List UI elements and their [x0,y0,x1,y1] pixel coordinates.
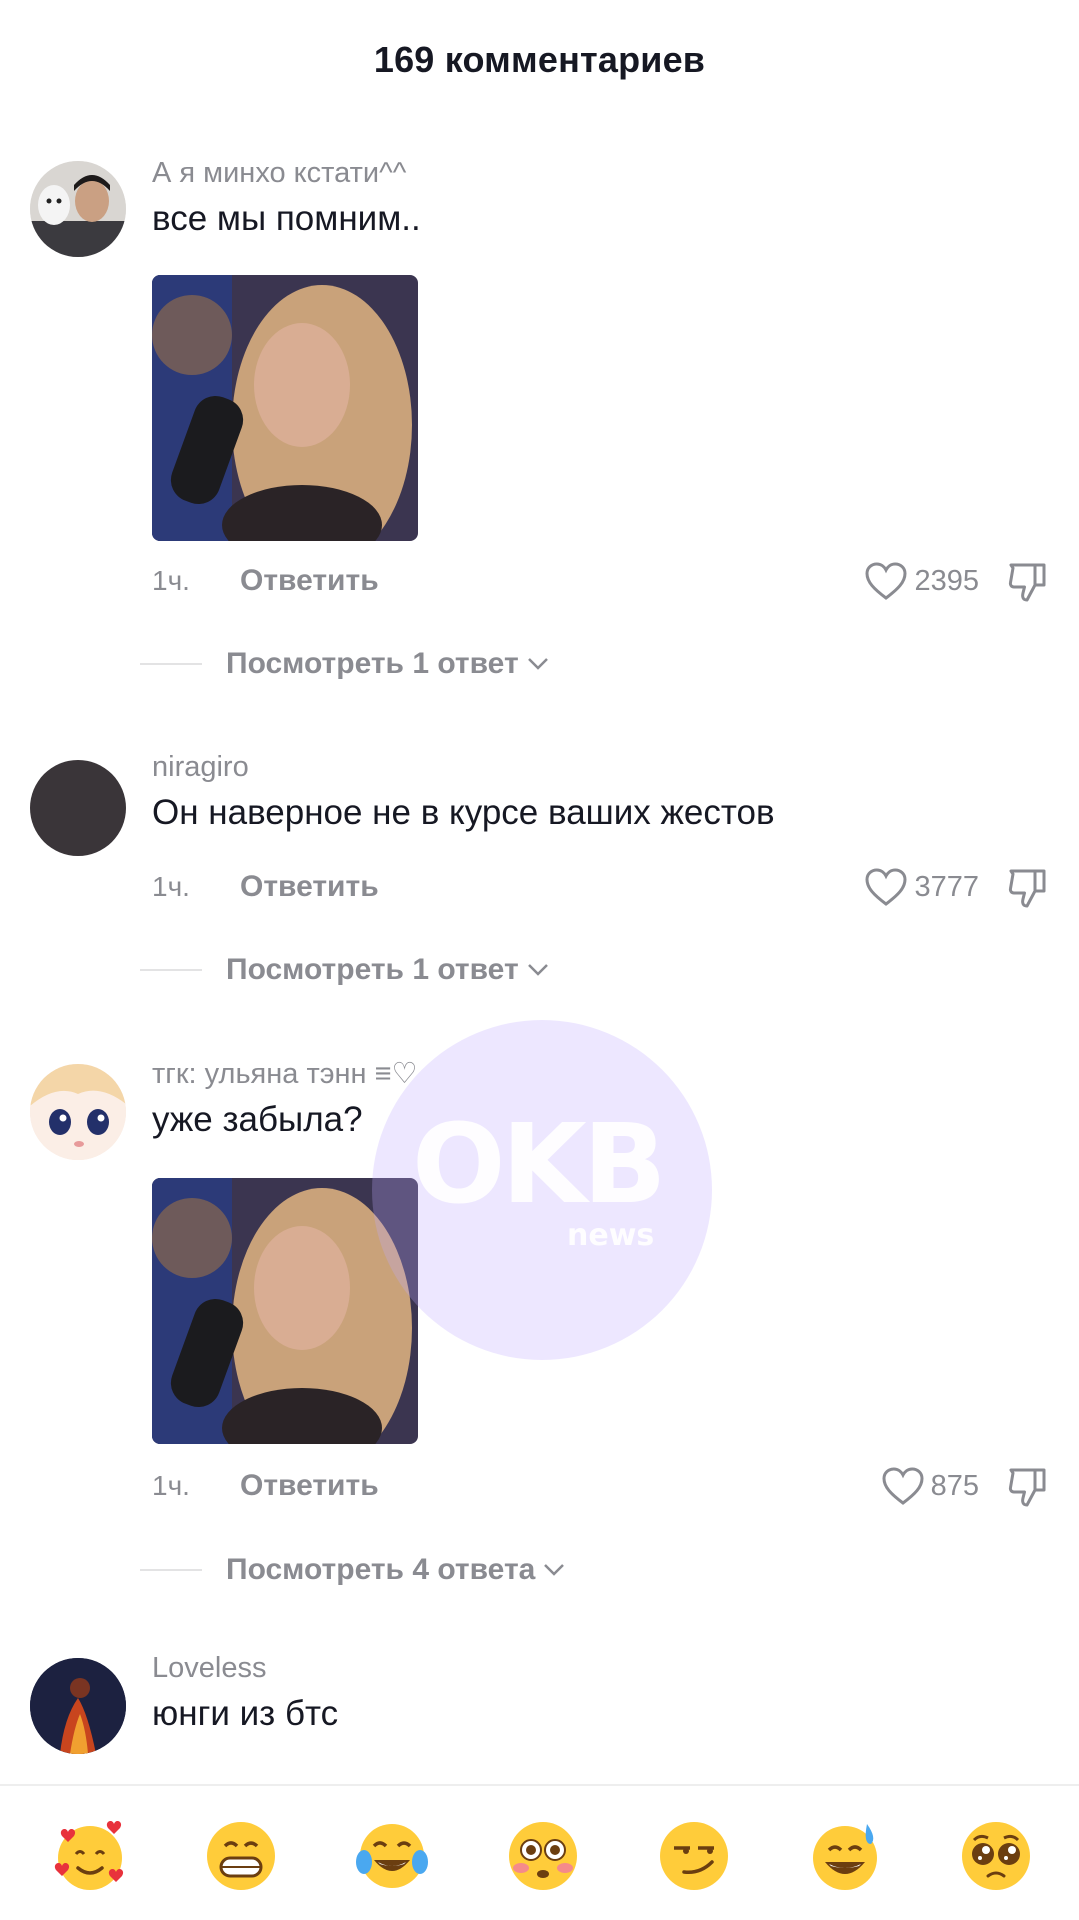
comment-meta: 1ч. Ответить 875 [152,1462,1049,1510]
smiling-face-with-hearts-icon[interactable] [50,1816,130,1896]
smirking-face-icon[interactable] [654,1816,734,1896]
like-count: 875 [930,1469,979,1502]
flushed-face-icon[interactable] [503,1816,583,1896]
comments-count-title: 169 комментариев [373,39,706,80]
thumbs-down-icon [1008,869,1046,908]
view-replies-button[interactable]: Посмотреть 4 ответа [140,1550,565,1590]
face-with-tears-of-joy-icon[interactable] [352,1816,432,1896]
comment-text: юнги из бтс [152,1694,339,1733]
comment-image[interactable] [152,1178,418,1444]
comment-username[interactable]: Loveless [152,1650,1049,1686]
avatar[interactable] [30,1658,126,1754]
heart-icon [865,562,907,600]
pleading-face-icon[interactable] [956,1816,1036,1896]
comments-header: 169 комментариев [0,30,1079,90]
chevron-down-icon [527,964,548,976]
emoji-quick-bar [0,1784,1079,1920]
comment-item: А я минхо кстати^^ все мы помним.. 1ч. О… [0,138,1079,680]
comment-body: Loveless юнги из бтс [152,1650,1049,1736]
divider [140,663,202,665]
divider [140,1569,202,1571]
comments-list[interactable]: А я минхо кстати^^ все мы помним.. 1ч. О… [0,138,1079,1778]
heart-icon [865,868,907,906]
view-replies-button[interactable]: Посмотреть 1 ответ [140,644,549,684]
comment-meta: 1ч. Ответить 2395 [152,557,1049,605]
like-button[interactable]: 875 [881,1466,979,1506]
comment-body: А я минхо кстати^^ все мы помним.. [152,155,1049,541]
thumbs-down-icon [1008,1468,1046,1507]
grinning-face-with-sweat-icon[interactable] [805,1816,885,1896]
comment-item: Loveless юнги из бтс [0,1634,1079,1778]
comment-item: тгк: ульяна тэнн ≡♡ уже забыла? 1ч. Отве… [0,1040,1079,1600]
comments-sheet: 169 комментариев А я минхо кстати^^ все … [0,0,1079,1920]
comment-username[interactable]: тгк: ульяна тэнн ≡♡ [152,1056,1049,1092]
avatar[interactable] [30,161,126,257]
comment-time: 1ч. [152,565,190,596]
comment-item: niragiro Он наверное не в курсе ваших же… [0,736,1079,986]
reply-button[interactable]: Ответить [240,870,379,904]
comment-time: 1ч. [152,1470,190,1501]
like-count: 3777 [914,870,979,903]
view-replies-label: Посмотреть 1 ответ [226,953,519,986]
view-replies-label: Посмотреть 4 ответа [226,1553,536,1586]
avatar[interactable] [30,760,126,856]
comment-image[interactable] [152,275,418,541]
thumbs-down-icon [1008,563,1046,602]
divider [140,969,202,971]
dislike-button[interactable] [1007,1464,1049,1508]
comment-text: уже забыла? [152,1100,363,1139]
avatar[interactable] [30,1064,126,1160]
reply-button[interactable]: Ответить [240,564,379,598]
comment-text: Он наверное не в курсе ваших жестов [152,793,775,832]
like-button[interactable]: 3777 [864,867,979,907]
comment-body: niragiro Он наверное не в курсе ваших же… [152,749,1049,835]
chevron-down-icon [544,1564,565,1576]
comment-text: все мы помним.. [152,199,421,238]
dislike-button[interactable] [1007,865,1049,909]
comment-meta: 1ч. Ответить 3777 [152,863,1049,911]
like-button[interactable]: 2395 [864,561,979,601]
view-replies-label: Посмотреть 1 ответ [226,647,519,680]
heart-icon [882,1467,924,1505]
chevron-down-icon [527,658,548,670]
like-count: 2395 [914,564,979,597]
comment-time: 1ч. [152,871,190,902]
dislike-button[interactable] [1007,559,1049,603]
comment-username[interactable]: А я минхо кстати^^ [152,155,1049,191]
view-replies-button[interactable]: Посмотреть 1 ответ [140,950,549,990]
comment-username[interactable]: niragiro [152,749,1049,785]
reply-button[interactable]: Ответить [240,1469,379,1503]
grinning-face-icon[interactable] [201,1816,281,1896]
comment-body: тгк: ульяна тэнн ≡♡ уже забыла? [152,1056,1049,1444]
